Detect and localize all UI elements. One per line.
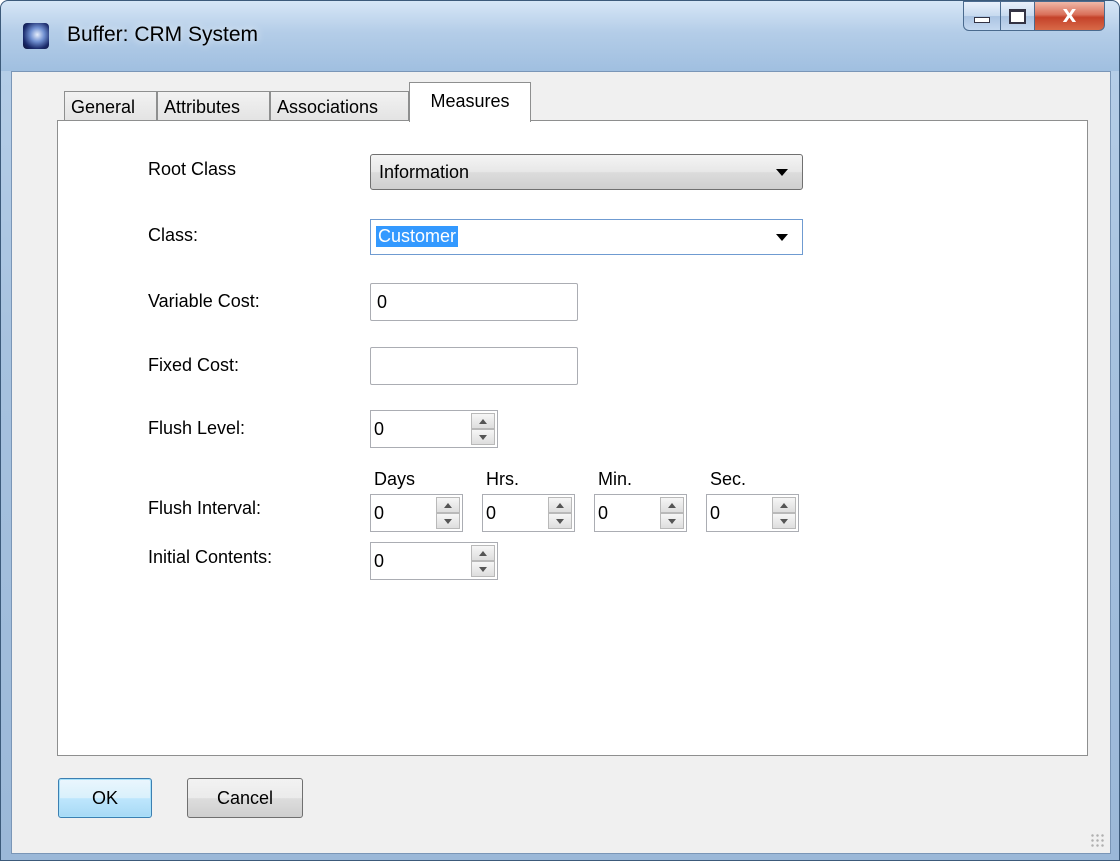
spin-down-icon[interactable]: [471, 429, 495, 445]
spin-down-icon[interactable]: [471, 561, 495, 577]
flush-interval-days-spinner[interactable]: 0: [370, 494, 463, 532]
buffer-app-icon[interactable]: [23, 23, 49, 49]
variable-cost-value: 0: [377, 292, 388, 312]
spin-buttons: [471, 413, 495, 445]
hrs-label: Hrs.: [486, 469, 519, 489]
ok-button-label: OK: [91, 787, 118, 808]
tab-label: General: [71, 97, 136, 117]
spin-down-icon[interactable]: [772, 513, 796, 529]
ok-button[interactable]: OK: [58, 778, 152, 818]
flush-interval-sec-spinner[interactable]: 0: [706, 494, 799, 532]
fixed-cost-label: Fixed Cost:: [148, 355, 240, 375]
fixed-cost-input[interactable]: [370, 347, 578, 385]
spin-up-icon[interactable]: [548, 497, 572, 513]
flush-level-spinner[interactable]: 0: [370, 410, 498, 448]
measures-panel: Root Class Information Class: Customer V…: [57, 120, 1088, 756]
root-class-label: Root Class: [148, 159, 237, 179]
tab-label: Attributes: [164, 97, 241, 117]
variable-cost-label: Variable Cost:: [148, 291, 260, 311]
flush-level-label: Flush Level:: [148, 418, 246, 438]
minimize-button[interactable]: [963, 1, 1001, 31]
root-class-value: Information: [379, 162, 470, 182]
tab-label: Associations: [277, 97, 379, 117]
title-bar[interactable]: Buffer: CRM System X: [1, 1, 1119, 71]
chevron-down-icon[interactable]: [776, 169, 788, 176]
spin-up-icon[interactable]: [471, 545, 495, 561]
spin-buttons: [471, 545, 495, 577]
spin-up-icon[interactable]: [471, 413, 495, 429]
spin-buttons: [548, 497, 572, 529]
flush-level-value: 0: [374, 419, 385, 439]
initial-contents-spinner[interactable]: 0: [370, 542, 498, 580]
maximize-icon: [1009, 8, 1026, 24]
tab-attributes[interactable]: Attributes: [157, 91, 270, 121]
tab-label: Measures: [430, 91, 510, 111]
close-icon: X: [1062, 5, 1077, 27]
caption-buttons: X: [963, 1, 1105, 33]
root-class-dropdown[interactable]: Information: [370, 154, 803, 190]
variable-cost-input[interactable]: 0: [370, 283, 578, 321]
days-value: 0: [374, 503, 385, 523]
resize-grip-icon[interactable]: [1090, 833, 1104, 847]
tab-associations[interactable]: Associations: [270, 91, 409, 121]
sec-label: Sec.: [710, 469, 747, 489]
dialog-window: Buffer: CRM System X General Attributes …: [0, 0, 1120, 861]
tab-general[interactable]: General: [64, 91, 157, 121]
min-value: 0: [598, 503, 609, 523]
min-label: Min.: [598, 469, 633, 489]
hrs-value: 0: [486, 503, 497, 523]
close-button[interactable]: X: [1035, 1, 1105, 31]
cancel-button[interactable]: Cancel: [187, 778, 303, 818]
days-label: Days: [374, 469, 416, 489]
spin-up-icon[interactable]: [772, 497, 796, 513]
initial-contents-value: 0: [374, 551, 385, 571]
tab-measures[interactable]: Measures: [409, 82, 531, 122]
cancel-button-label: Cancel: [216, 787, 274, 808]
dialog-client-area: General Attributes Associations Measures…: [11, 71, 1111, 854]
minimize-icon: [974, 17, 990, 23]
sec-value: 0: [710, 503, 721, 523]
flush-interval-min-spinner[interactable]: 0: [594, 494, 687, 532]
class-combobox[interactable]: Customer: [370, 219, 803, 255]
initial-contents-label: Initial Contents:: [148, 547, 273, 567]
class-value[interactable]: Customer: [376, 226, 459, 247]
chevron-down-icon[interactable]: [776, 234, 788, 241]
spin-up-icon[interactable]: [660, 497, 684, 513]
maximize-button[interactable]: [1001, 1, 1035, 31]
flush-interval-label: Flush Interval:: [148, 498, 262, 518]
spin-buttons: [660, 497, 684, 529]
flush-interval-hrs-spinner[interactable]: 0: [482, 494, 575, 532]
spin-up-icon[interactable]: [436, 497, 460, 513]
window-title: Buffer: CRM System: [67, 23, 258, 46]
spin-buttons: [436, 497, 460, 529]
class-label: Class:: [148, 225, 199, 245]
spin-buttons: [772, 497, 796, 529]
spin-down-icon[interactable]: [660, 513, 684, 529]
spin-down-icon[interactable]: [548, 513, 572, 529]
spin-down-icon[interactable]: [436, 513, 460, 529]
